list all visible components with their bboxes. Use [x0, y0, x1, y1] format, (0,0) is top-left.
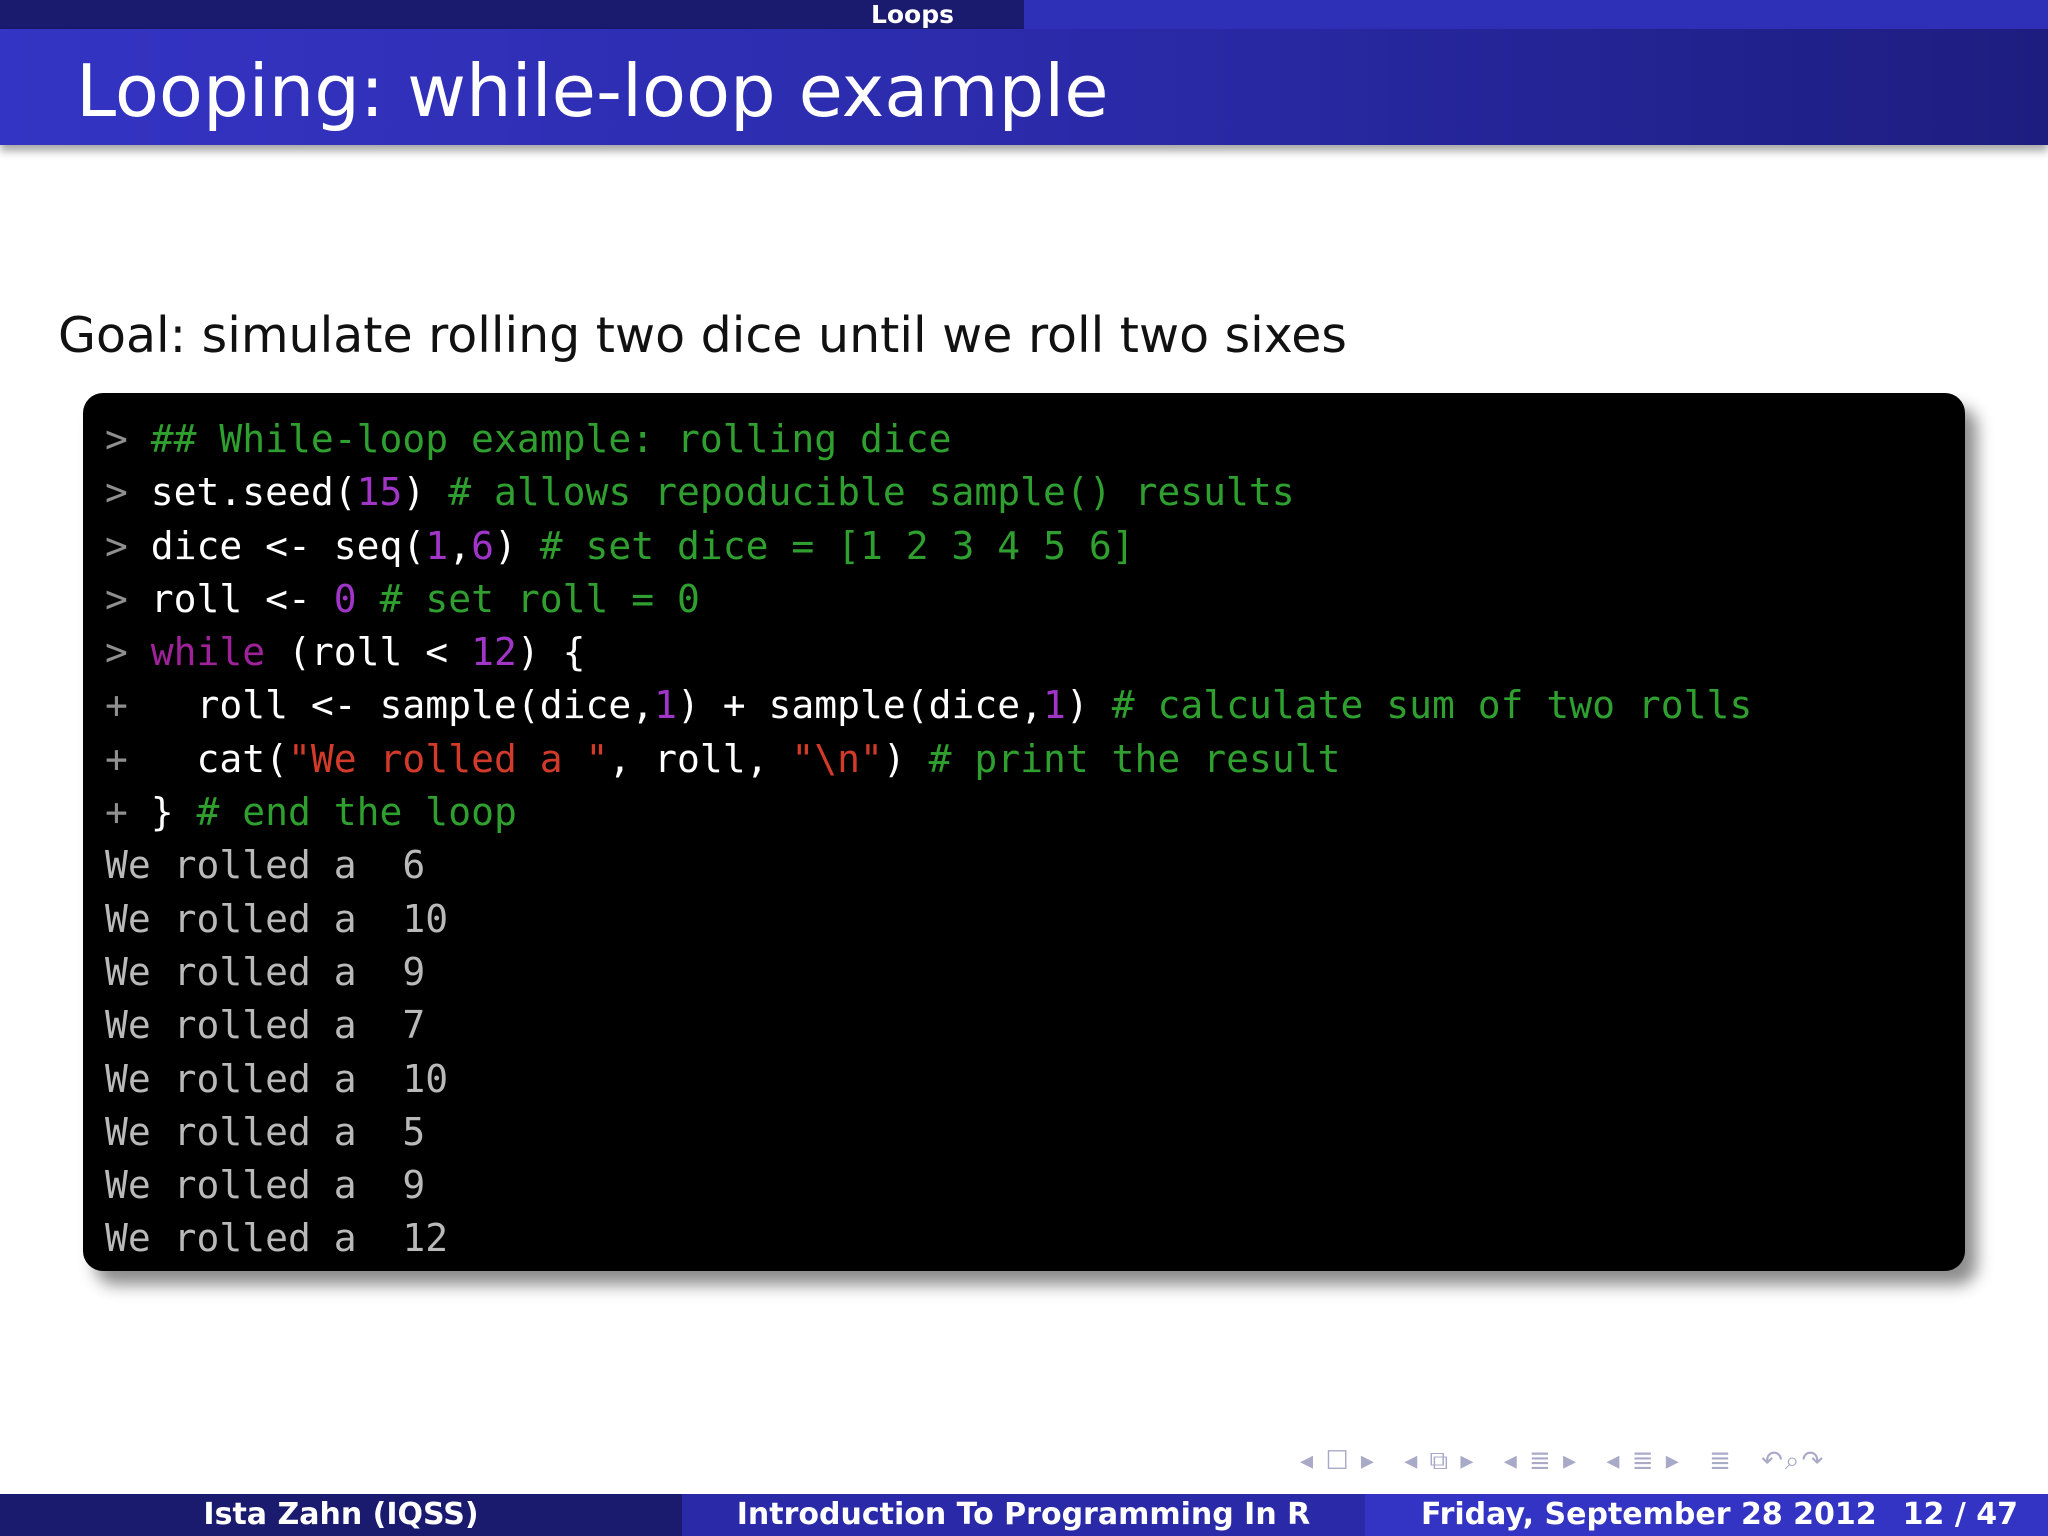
- title-bar: Looping: while-loop example: [0, 29, 2048, 145]
- slide-title: Looping: while-loop example: [76, 49, 1109, 133]
- subsection-nav-icon[interactable]: ◂ ⧉ ▸: [1404, 1446, 1475, 1477]
- code-line: > ## While-loop example: rolling dice: [105, 417, 952, 461]
- footer: Ista Zahn (IQSS) Introduction To Program…: [0, 1494, 2048, 1536]
- frame-nav-icon[interactable]: ◂ ☐ ▸: [1300, 1446, 1376, 1476]
- section-nav-icon[interactable]: ◂ ≣ ▸: [1504, 1446, 1578, 1476]
- footer-date: Friday, September 28 2012: [1421, 1497, 1877, 1532]
- section-bar: Loops: [0, 0, 2048, 29]
- output-line: We rolled a 9: [105, 949, 426, 994]
- code-block: > ## While-loop example: rolling dice > s…: [83, 393, 1965, 1271]
- section-bar-right: [1024, 0, 2048, 29]
- footer-course: Introduction To Programming In R: [682, 1494, 1365, 1536]
- page-number: 12 / 47: [1902, 1497, 2018, 1532]
- code-line: > while (roll < 12) {: [105, 630, 586, 675]
- search-icon[interactable]: ↶⌕↷: [1761, 1446, 1825, 1477]
- output-line: We rolled a 12: [105, 1216, 449, 1261]
- output-line: We rolled a 7: [105, 1003, 426, 1048]
- code-line: + roll <- sample(dice,1) + sample(dice,1…: [105, 683, 1753, 728]
- goal-text: Goal: simulate rolling two dice until we…: [58, 307, 1347, 364]
- section-label: Loops: [870, 0, 954, 29]
- beamer-navigation: ◂ ☐ ▸ ◂ ⧉ ▸ ◂ ≣ ▸ ◂ ≣ ▸ ≣ ↶⌕↷: [1300, 1446, 1843, 1477]
- footer-author: Ista Zahn (IQSS): [0, 1494, 682, 1536]
- code-line: + cat("We rolled a ", roll, "\n") # prin…: [105, 736, 1341, 781]
- code-line: > dice <- seq(1,6) # set dice = [1 2 3 4…: [105, 523, 1135, 568]
- footer-right: Friday, September 28 2012 12 / 47: [1365, 1494, 2048, 1536]
- code-line: > set.seed(15) # allows repoducible samp…: [105, 470, 1295, 515]
- output-line: We rolled a 6: [105, 843, 426, 888]
- code-text: > ## While-loop example: rolling dice > s…: [105, 413, 1752, 1266]
- code-line: + } # end the loop: [105, 790, 517, 835]
- output-line: We rolled a 9: [105, 1163, 426, 1208]
- code-line: > roll <- 0 # set roll = 0: [105, 576, 700, 621]
- toc-nav-icon[interactable]: ◂ ≣ ▸: [1606, 1446, 1680, 1476]
- output-line: We rolled a 10: [105, 1056, 449, 1101]
- output-line: We rolled a 5: [105, 1109, 426, 1154]
- align-icon[interactable]: ≣: [1709, 1446, 1733, 1476]
- output-line: We rolled a 10: [105, 896, 449, 941]
